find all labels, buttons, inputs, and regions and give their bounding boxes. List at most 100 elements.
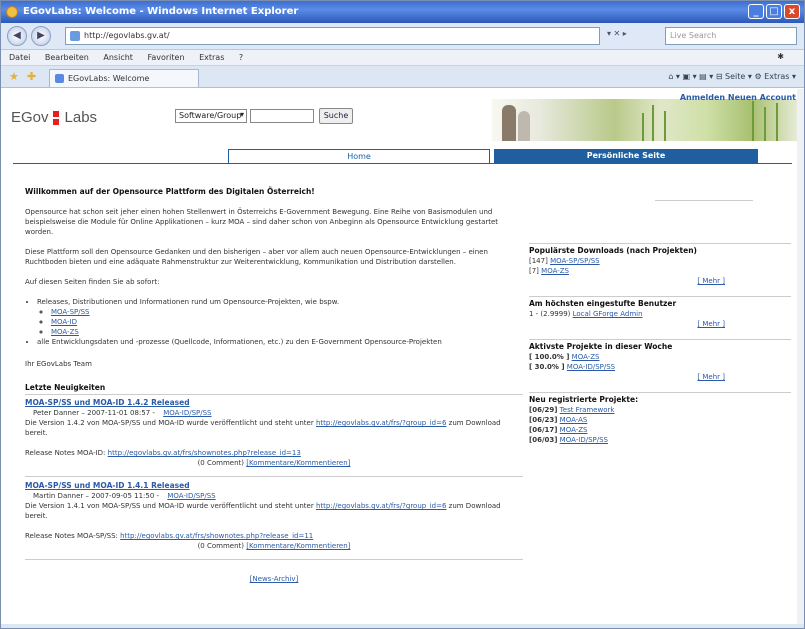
address-toolbar: ◀ ▶ http://egovlabs.gv.at/ ▾ ✕ ▸ Live Se… bbox=[1, 23, 804, 50]
news-item: MOA-SP/SS und MOA-ID 1.4.1 Released Mart… bbox=[25, 481, 523, 560]
comment-link[interactable]: [Kommentare/Kommentieren] bbox=[246, 459, 350, 467]
download-count: [147] bbox=[529, 257, 548, 265]
activity-percent: [ 100.0% ] bbox=[529, 353, 570, 361]
menu-tools[interactable]: Extras bbox=[199, 53, 224, 62]
news-project-link[interactable]: MOA-ID/SP/SS bbox=[167, 492, 215, 500]
news-project-link[interactable]: MOA-ID/SP/SS bbox=[163, 409, 211, 417]
tab-home[interactable]: Home bbox=[228, 149, 490, 163]
command-bar[interactable]: ⌂ ▾ ▣ ▾ ▤ ▾ ⊟ Seite ▾ ⚙ Extras ▾ bbox=[668, 72, 796, 81]
news-title[interactable]: MOA-SP/SS und MOA-ID 1.4.1 Released bbox=[25, 481, 523, 491]
new-project-link[interactable]: Test Framework bbox=[560, 406, 615, 414]
welcome-heading: Willkommen auf der Opensource Plattform … bbox=[25, 187, 315, 196]
news-item: MOA-SP/SS und MOA-ID 1.4.2 Released Pete… bbox=[25, 398, 523, 477]
list-item: MOA-SP/SS bbox=[51, 307, 523, 317]
news-download-link[interactable]: http://egovlabs.gv.at/frs/?group_id=6 bbox=[316, 502, 446, 510]
egovlabs-logo: EGov Labs bbox=[11, 109, 97, 127]
list-item: [ 100.0% ] MOA-ZS bbox=[529, 352, 791, 362]
site-search-input[interactable] bbox=[250, 109, 314, 123]
new-projects-heading: Neu registrierte Projekte: bbox=[529, 392, 791, 405]
list-item: [ 30.0% ] MOA-ID/SP/SS bbox=[529, 362, 791, 372]
comment-link[interactable]: [Kommentare/Kommentieren] bbox=[246, 542, 350, 550]
user-link[interactable]: Local GForge Admin bbox=[573, 310, 643, 318]
back-icon[interactable]: ◀ bbox=[7, 26, 27, 46]
address-field[interactable]: http://egovlabs.gv.at/ bbox=[65, 27, 600, 45]
features-intro: Auf diesen Seiten finden Sie ab sofort: bbox=[25, 278, 160, 286]
more-downloads-link[interactable]: [ Mehr ] bbox=[697, 277, 725, 285]
menu-file[interactable]: Datei bbox=[9, 53, 30, 62]
favorites-star-icon[interactable]: ★ bbox=[9, 70, 19, 83]
project-link-moa-id[interactable]: MOA-ID bbox=[51, 318, 77, 326]
menu-edit[interactable]: Bearbeiten bbox=[45, 53, 89, 62]
main-nav: Home Persönliche Seite bbox=[228, 149, 758, 163]
list-item: [06/03] MOA-ID/SP/SS bbox=[529, 435, 791, 445]
search-button[interactable]: Suche bbox=[319, 108, 353, 124]
release-notes-label: Release Notes MOA-ID: bbox=[25, 449, 106, 457]
signoff: Ihr EGovLabs Team bbox=[25, 360, 92, 368]
active-project-link[interactable]: MOA-ZS bbox=[572, 353, 600, 361]
news-author: Martin Danner – 2007-09-05 11:50 bbox=[33, 492, 155, 500]
list-item-text: alle Entwicklungsdaten und -prozesse (Qu… bbox=[37, 338, 442, 346]
list-item-text: Releases, Distributionen und Information… bbox=[37, 298, 340, 306]
logo-text-right: Labs bbox=[64, 109, 98, 126]
more-active-link[interactable]: [ Mehr ] bbox=[697, 373, 725, 381]
maximize-button[interactable]: □ bbox=[766, 4, 782, 19]
logo-text-left: EGov bbox=[11, 109, 49, 126]
download-project-link[interactable]: MOA-SP/SP/SS bbox=[550, 257, 600, 265]
top-users-heading: Am höchsten eingestufte Benutzer bbox=[529, 296, 791, 309]
new-project-link[interactable]: MOA-ID/SP/SS bbox=[560, 436, 608, 444]
menu-favorites[interactable]: Favoriten bbox=[147, 53, 184, 62]
active-project-link[interactable]: MOA-ID/SP/SS bbox=[567, 363, 615, 371]
status-bar bbox=[1, 624, 804, 628]
news-archive-link[interactable]: [News-Archiv] bbox=[250, 575, 299, 583]
news-download-link[interactable]: http://egovlabs.gv.at/frs/?group_id=6 bbox=[316, 419, 446, 427]
active-projects-heading: Aktivste Projekte in dieser Woche bbox=[529, 339, 791, 352]
download-project-link[interactable]: MOA-ZS bbox=[541, 267, 569, 275]
menu-view[interactable]: Ansicht bbox=[103, 53, 133, 62]
list-item: MOA-ID bbox=[51, 317, 523, 327]
intro-paragraph: Opensource hat schon seit jeher einen ho… bbox=[25, 208, 499, 236]
vertical-scrollbar[interactable] bbox=[797, 89, 804, 624]
comment-count: (0 Comment) bbox=[197, 542, 245, 550]
list-item: Releases, Distributionen und Information… bbox=[37, 297, 523, 337]
user-rank: 1 - (2.9999) bbox=[529, 310, 571, 318]
address-tools[interactable]: ▾ ✕ ▸ bbox=[607, 29, 627, 38]
more-users-link[interactable]: [ Mehr ] bbox=[697, 320, 725, 328]
release-notes-label: Release Notes MOA-SP/SS: bbox=[25, 532, 118, 540]
news-title[interactable]: MOA-SP/SS und MOA-ID 1.4.2 Released bbox=[25, 398, 523, 408]
release-notes-link[interactable]: http://egovlabs.gv.at/frs/shownotes.php?… bbox=[108, 449, 301, 457]
release-notes-link[interactable]: http://egovlabs.gv.at/frs/shownotes.php?… bbox=[120, 532, 313, 540]
project-date: [06/03] bbox=[529, 436, 558, 444]
project-link-moa-zs[interactable]: MOA-ZS bbox=[51, 328, 79, 336]
main-content: Willkommen auf der Opensource Plattform … bbox=[25, 187, 523, 584]
toolbar-options-icon[interactable]: ✱ bbox=[777, 52, 784, 61]
new-project-link[interactable]: MOA-AS bbox=[560, 416, 588, 424]
address-url: http://egovlabs.gv.at/ bbox=[84, 31, 170, 40]
add-favorite-icon[interactable]: ✚ bbox=[27, 70, 36, 83]
project-date: [06/23] bbox=[529, 416, 558, 424]
new-project-link[interactable]: MOA-ZS bbox=[560, 426, 588, 434]
group-select[interactable]: Software/Group bbox=[175, 109, 247, 123]
search-input[interactable]: Live Search bbox=[665, 27, 797, 45]
close-button[interactable]: x bbox=[784, 4, 800, 19]
logo-dots-icon bbox=[52, 109, 61, 127]
account-link[interactable]: Anmelden Neuen Account bbox=[680, 93, 796, 102]
list-item: [06/29] Test Framework bbox=[529, 405, 791, 415]
header-banner-image bbox=[492, 99, 798, 141]
list-item: [06/23] MOA-AS bbox=[529, 415, 791, 425]
comment-count: (0 Comment) bbox=[197, 459, 245, 467]
tab-personal-page[interactable]: Persönliche Seite bbox=[494, 149, 758, 163]
tab-bar: ★ ✚ EGovLabs: Welcome ⌂ ▾ ▣ ▾ ▤ ▾ ⊟ Seit… bbox=[1, 66, 804, 88]
forward-icon[interactable]: ▶ bbox=[31, 26, 51, 46]
ie-logo-icon bbox=[6, 6, 18, 18]
tab-egovlabs[interactable]: EGovLabs: Welcome bbox=[49, 69, 199, 87]
activity-percent: [ 30.0% ] bbox=[529, 363, 565, 371]
tab-label: EGovLabs: Welcome bbox=[68, 74, 150, 83]
project-link-moa-sp-ss[interactable]: MOA-SP/SS bbox=[51, 308, 90, 316]
window-title: EGovLabs: Welcome - Windows Internet Exp… bbox=[23, 6, 299, 17]
browser-window: EGovLabs: Welcome - Windows Internet Exp… bbox=[0, 0, 805, 629]
minimize-button[interactable]: _ bbox=[748, 4, 764, 19]
news-body: Die Version 1.4.1 von MOA-SP/SS und MOA-… bbox=[25, 502, 314, 510]
news-heading: Letzte Neuigkeiten bbox=[25, 383, 523, 395]
tab-page-icon bbox=[55, 74, 64, 83]
menu-help[interactable]: ? bbox=[239, 53, 243, 62]
